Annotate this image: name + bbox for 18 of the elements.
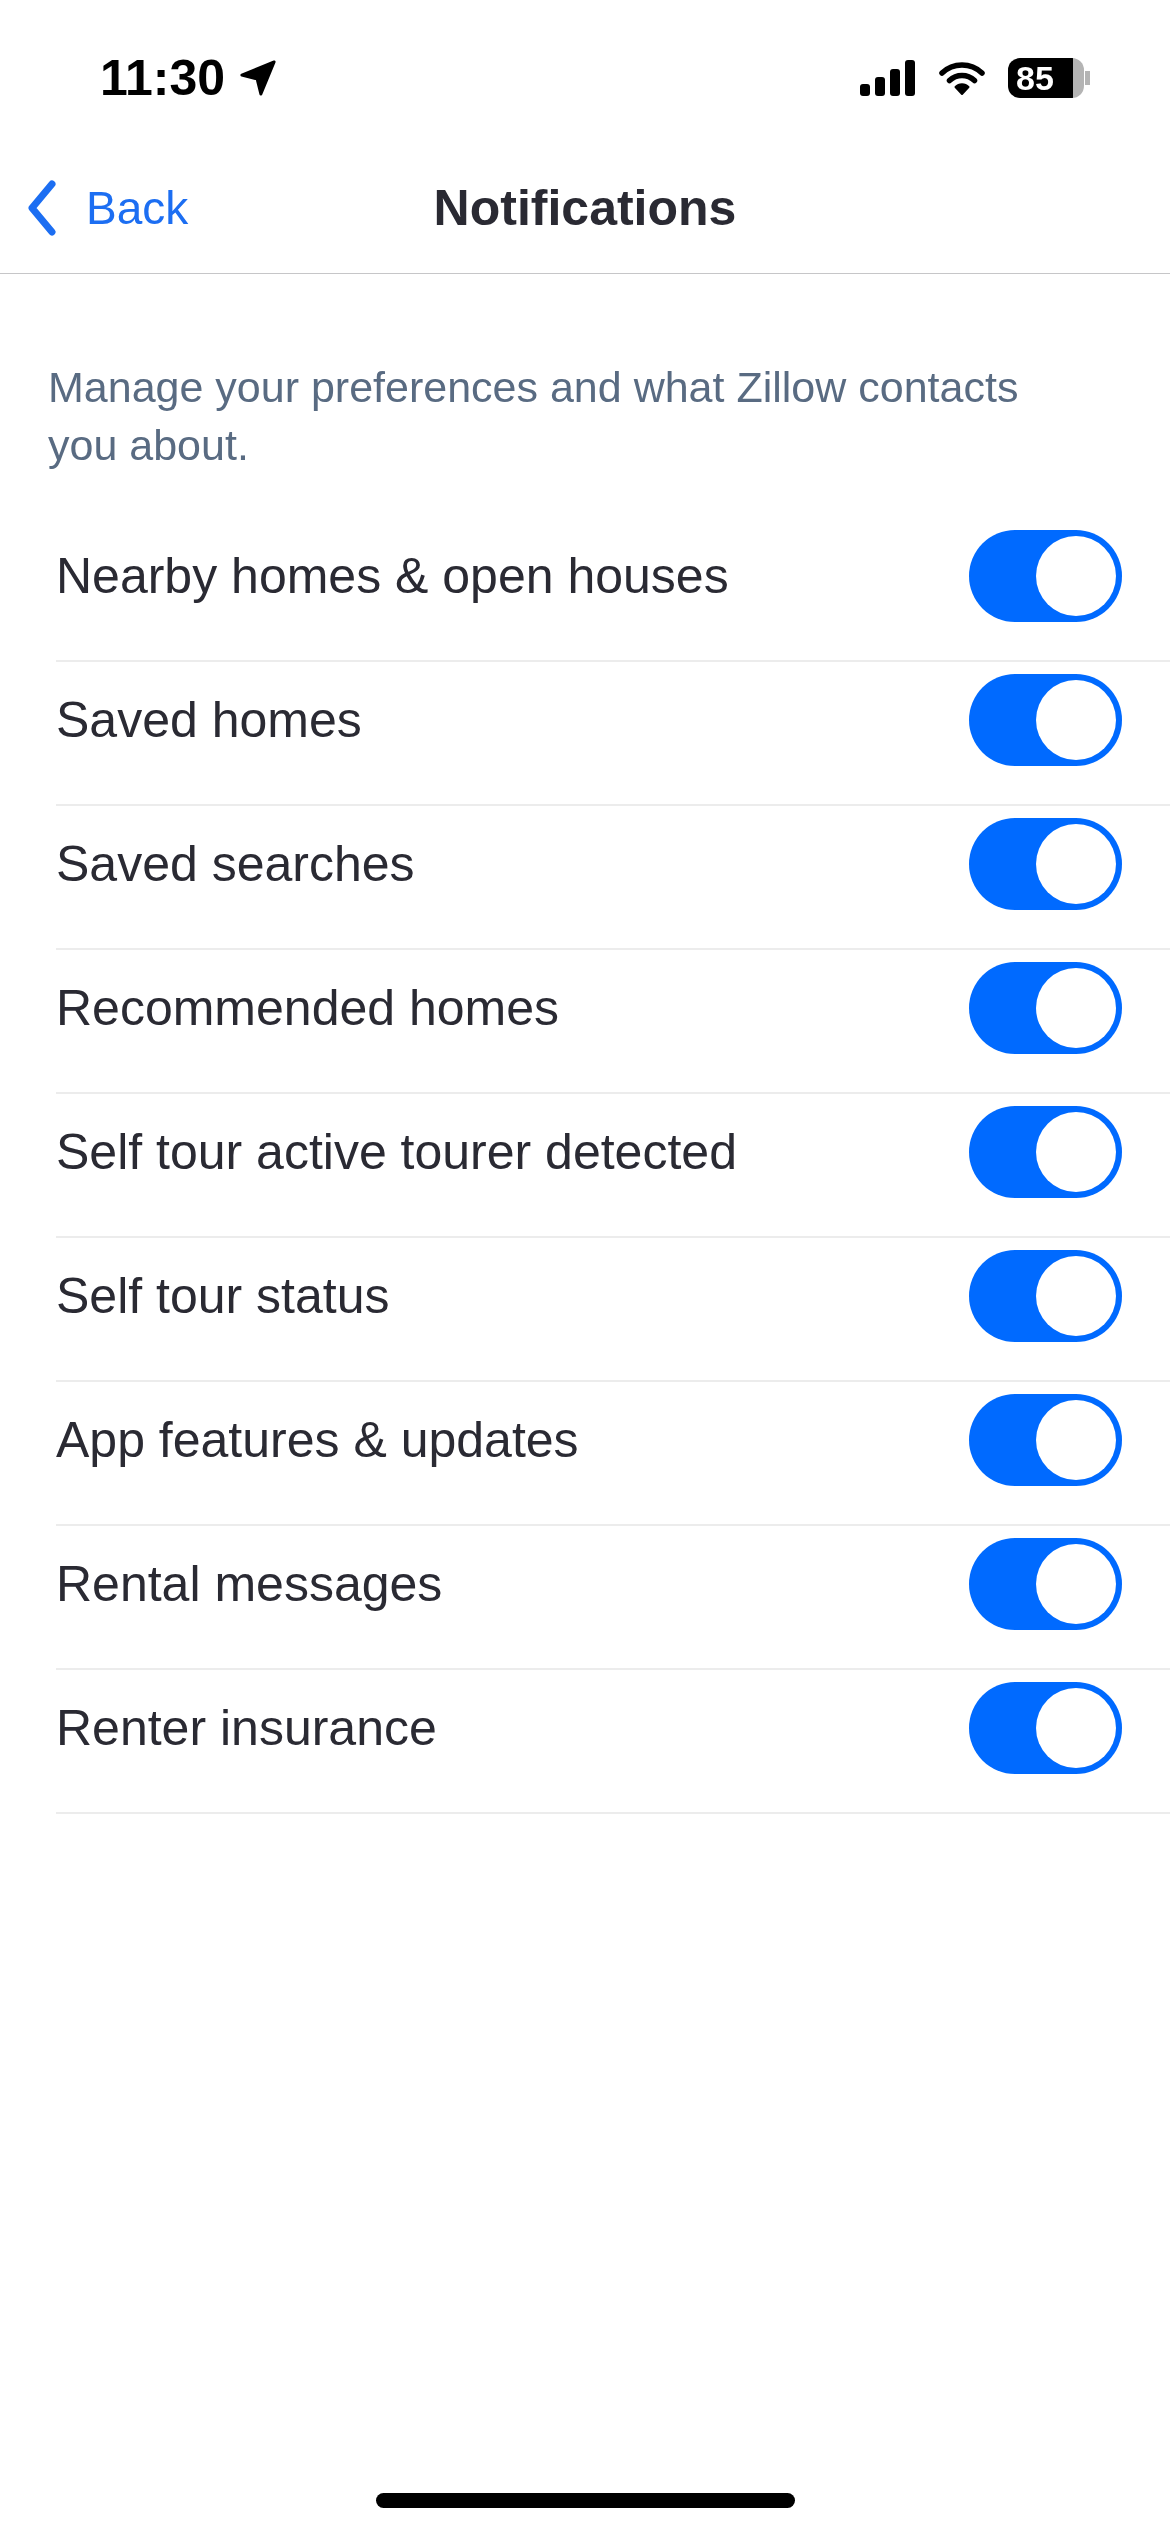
setting-label: Saved homes [56, 691, 363, 750]
setting-label: Nearby homes & open houses [56, 547, 730, 606]
wifi-icon [938, 60, 986, 96]
setting-label: Renter insurance [56, 1699, 438, 1758]
chevron-left-icon [26, 179, 58, 236]
description-text: Manage your preferences and what Zillow contacts you about. [48, 362, 1020, 471]
setting-label: Recommended homes [56, 979, 561, 1038]
setting-label: Self tour active tourer detected [56, 1123, 738, 1182]
signal-icon [860, 60, 916, 96]
location-arrow-icon [239, 59, 278, 97]
setting-label: Rental messages [56, 1555, 444, 1614]
status-time: 11:30 [100, 53, 226, 103]
setting-label: App features & updates [56, 1411, 580, 1470]
back-button[interactable]: Back [26, 179, 189, 236]
setting-label: Self tour status [56, 1267, 391, 1326]
setting-label: Saved searches [56, 835, 416, 894]
battery-percentage: 85 [1016, 61, 1054, 95]
screen-title: Notifications [433, 178, 737, 238]
